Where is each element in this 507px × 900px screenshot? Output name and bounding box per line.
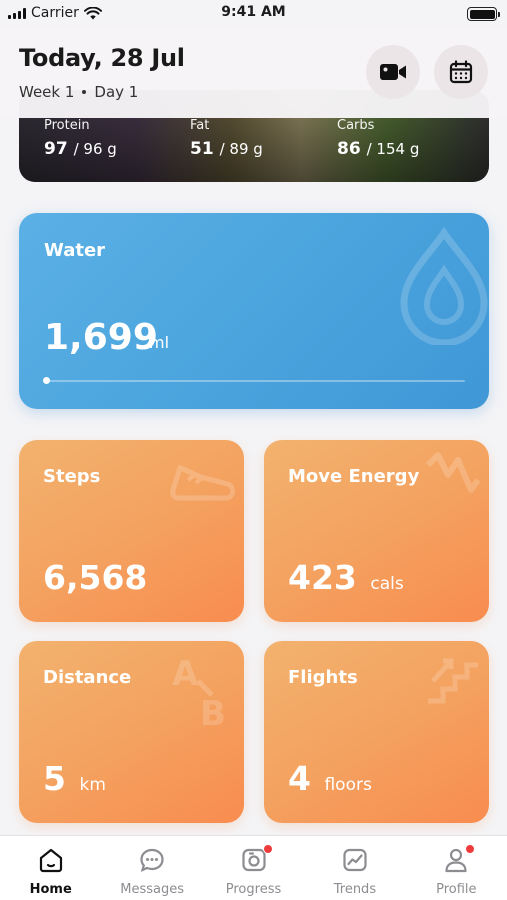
macro-value: 97 (44, 139, 68, 159)
tab-bar: Home Messages Progress Trends Profile (0, 835, 507, 900)
stairs-icon (428, 658, 478, 704)
steps-card[interactable]: Steps 6,568 (19, 440, 244, 622)
water-card[interactable]: Water 1,699 ml (19, 213, 489, 409)
video-call-button[interactable] (366, 45, 420, 99)
tab-profile[interactable]: Profile (406, 836, 507, 900)
water-slider-track[interactable] (45, 380, 465, 382)
day-label: Day 1 (94, 83, 139, 101)
distance-number: 5 (43, 759, 66, 798)
macro-target: / 89 g (219, 140, 263, 158)
tab-messages[interactable]: Messages (101, 836, 202, 900)
tab-label: Home (29, 882, 72, 897)
water-title: Water (44, 240, 106, 261)
macro-label: Protein (44, 118, 90, 133)
macro-target: / 96 g (73, 140, 117, 158)
svg-text:A: A (172, 654, 199, 694)
water-drop-icon (400, 226, 488, 345)
battery-icon (467, 7, 500, 21)
macro-value: 51 (190, 139, 214, 159)
move-energy-number: 423 (288, 558, 357, 597)
program-progress: Week 1 Day 1 (19, 83, 138, 101)
macro-label: Carbs (337, 118, 375, 133)
water-value: 1,699 (44, 317, 158, 358)
macro-label: Fat (190, 118, 210, 133)
week-label: Week 1 (19, 83, 75, 101)
status-time: 9:41 AM (221, 4, 286, 20)
flights-unit: floors (324, 775, 372, 795)
notification-badge (262, 844, 273, 854)
macro-value: 86 (337, 139, 361, 159)
macro-protein: Protein 97 / 96 g (44, 118, 117, 159)
tab-label: Profile (436, 882, 477, 897)
calendar-icon (449, 60, 473, 84)
macro-carbs: Carbs 86 / 154 g (337, 118, 419, 159)
video-camera-icon (380, 64, 406, 80)
move-energy-unit: cals (370, 574, 404, 594)
flights-title: Flights (288, 667, 358, 688)
tab-label: Trends (333, 882, 377, 897)
a-to-b-icon: A B (172, 654, 226, 731)
tab-label: Progress (225, 882, 282, 897)
lightning-icon (425, 452, 481, 493)
tab-progress[interactable]: Progress (203, 836, 304, 900)
water-unit: ml (149, 333, 170, 352)
shoe-icon (170, 464, 235, 501)
distance-card[interactable]: A B Distance 5 km (19, 641, 244, 823)
tab-home[interactable]: Home (0, 836, 101, 900)
distance-unit: km (79, 775, 106, 795)
tab-label: Messages (120, 882, 184, 897)
svg-text:B: B (200, 694, 226, 731)
macro-fat: Fat 51 / 89 g (190, 118, 263, 159)
trend-icon (343, 848, 367, 872)
steps-title: Steps (43, 466, 101, 487)
steps-number: 6,568 (43, 558, 148, 597)
move-energy-value: 423 cals (288, 558, 404, 597)
move-energy-title: Move Energy (288, 466, 420, 487)
header: Today, 28 Jul Week 1 Day 1 (0, 28, 507, 118)
page-title: Today, 28 Jul (19, 44, 185, 72)
chat-icon (140, 848, 164, 872)
status-bar: Carrier 9:41 AM (0, 0, 507, 28)
macro-target: / 154 g (366, 140, 420, 158)
distance-title: Distance (43, 667, 132, 688)
flights-number: 4 (288, 759, 311, 798)
flights-card[interactable]: Flights 4 floors (264, 641, 489, 823)
separator-dot (82, 90, 87, 94)
notification-badge (465, 844, 476, 854)
water-slider-handle[interactable] (43, 377, 50, 384)
move-energy-card[interactable]: Move Energy 423 cals (264, 440, 489, 622)
tab-trends[interactable]: Trends (304, 836, 405, 900)
steps-value: 6,568 (43, 558, 147, 597)
calendar-button[interactable] (434, 45, 488, 99)
home-icon (39, 848, 62, 873)
flights-value: 4 floors (288, 759, 372, 798)
distance-value: 5 km (43, 759, 106, 798)
